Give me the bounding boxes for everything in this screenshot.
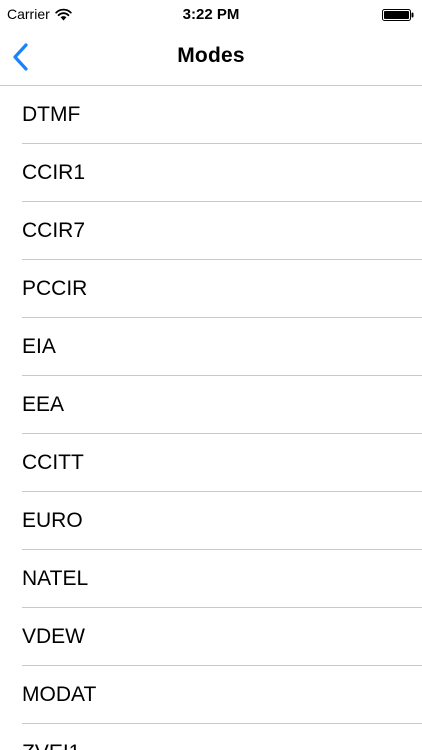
list-item-mode[interactable]: CCIR7 bbox=[0, 202, 422, 260]
list-item-mode[interactable]: NATEL bbox=[0, 550, 422, 608]
navigation-bar: Modes bbox=[0, 30, 422, 86]
mode-label: CCITT bbox=[22, 451, 84, 474]
mode-label: CCIR7 bbox=[22, 219, 86, 242]
list-item-mode[interactable]: EIA bbox=[0, 318, 422, 376]
list-item-mode[interactable]: CCITT bbox=[0, 434, 422, 492]
mode-label: EIA bbox=[22, 335, 56, 358]
mode-label: CCIR1 bbox=[22, 161, 86, 184]
status-time: 3:22 PM bbox=[182, 6, 240, 23]
mode-label: PCCIR bbox=[22, 277, 88, 300]
list-item-mode[interactable]: EURO bbox=[0, 492, 422, 550]
mode-label: MODAT bbox=[22, 683, 97, 706]
battery-icon bbox=[382, 9, 414, 21]
mode-label: DTMF bbox=[22, 103, 81, 126]
status-bar: Carrier 3:22 PM bbox=[0, 0, 422, 30]
mode-label: EEA bbox=[22, 393, 65, 416]
mode-label: VDEW bbox=[22, 625, 85, 648]
list-item-mode[interactable]: VDEW bbox=[0, 608, 422, 666]
list-item-mode[interactable]: EEA bbox=[0, 376, 422, 434]
mode-label: NATEL bbox=[22, 567, 89, 590]
mode-label: EURO bbox=[22, 509, 83, 532]
mode-label: ZVEI1 bbox=[22, 741, 80, 750]
list-item-mode[interactable]: MODAT bbox=[0, 666, 422, 724]
list-item-mode[interactable]: CCIR1 bbox=[0, 144, 422, 202]
list-item-mode[interactable]: DTMF bbox=[0, 86, 422, 144]
list-item-mode[interactable]: PCCIR bbox=[0, 260, 422, 318]
page-title: Modes bbox=[177, 44, 245, 67]
list-item-mode[interactable]: ZVEI1 bbox=[0, 724, 422, 750]
modes-screen: Carrier 3:22 PM Modes DTMF CCIR1 CCIR7 P… bbox=[0, 0, 422, 750]
modes-list: DTMF CCIR1 CCIR7 PCCIR EIA EEA CCITT EUR… bbox=[0, 86, 422, 750]
